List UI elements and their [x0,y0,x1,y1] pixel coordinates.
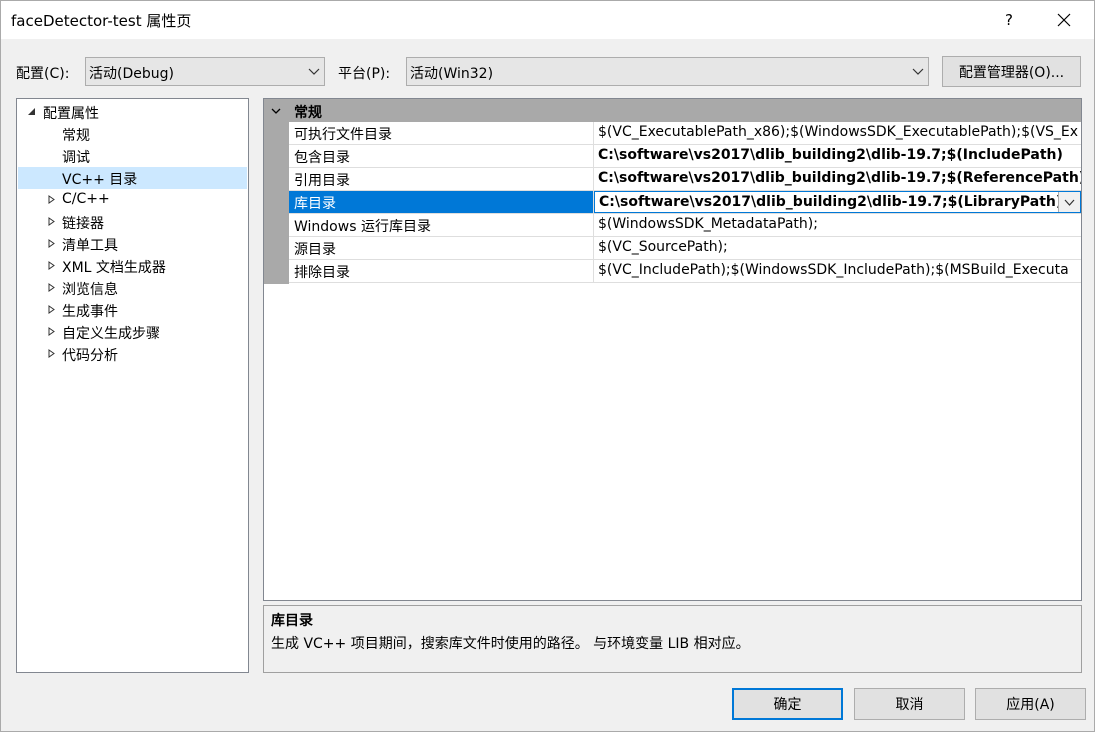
tree-item-build-events[interactable]: 生成事件 [18,299,247,321]
collapsed-triangle-icon [48,349,55,358]
close-button[interactable] [1041,1,1087,39]
property-pages-dialog: faceDetector-test 属性页 ? 配置(C): 活动(Debug)… [0,0,1095,732]
property-value[interactable]: C:\software\vs2017\dlib_building2\dlib-1… [594,145,1081,167]
collapsed-triangle-icon [48,239,55,248]
config-combo-value: 活动(Debug) [89,66,174,82]
platform-combo[interactable]: 活动(Win32) [406,57,929,86]
collapsed-triangle-icon [48,327,55,336]
property-name: 源目录 [289,237,594,259]
property-row-include-dirs[interactable]: 包含目录 C:\software\vs2017\dlib_building2\d… [289,145,1081,168]
collapsed-triangle-icon [48,195,55,204]
help-button[interactable]: ? [991,1,1027,39]
tree-item-linker[interactable]: 链接器 [18,211,247,233]
chevron-down-icon [1064,199,1075,206]
close-icon [1057,13,1071,27]
chevron-down-icon[interactable] [270,105,282,117]
tree-item-manifest-tool[interactable]: 清单工具 [18,233,247,255]
title-bar: faceDetector-test 属性页 ? [1,1,1094,39]
collapsed-triangle-icon [48,217,55,226]
tree-item-custom-build-step[interactable]: 自定义生成步骤 [18,321,247,343]
property-value[interactable]: $(VC_SourcePath); [594,237,1081,259]
property-row-source-dirs[interactable]: 源目录 $(VC_SourcePath); [289,237,1081,260]
property-row-exclude-dirs[interactable]: 排除目录 $(VC_IncludePath);$(WindowsSDK_Incl… [289,260,1081,283]
description-panel: 库目录 生成 VC++ 项目期间，搜索库文件时使用的路径。 与环境变量 LIB … [263,605,1082,673]
property-name: Windows 运行库目录 [289,214,594,236]
tree-item-c-cpp[interactable]: C/C++ [18,189,247,211]
description-title: 库目录 [271,613,313,629]
tree-item-debugging[interactable]: 调试 [18,145,247,167]
expanded-triangle-icon [28,108,35,115]
platform-combo-value: 活动(Win32) [410,66,494,82]
collapsed-triangle-icon [48,305,55,314]
property-value[interactable]: $(VC_ExecutablePath_x86);$(WindowsSDK_Ex… [594,122,1081,144]
property-value[interactable]: $(WindowsSDK_MetadataPath); [594,214,1081,236]
property-row-winrt-dirs[interactable]: Windows 运行库目录 $(WindowsSDK_MetadataPath)… [289,214,1081,237]
category-header-general[interactable]: 常规 [264,99,1081,122]
property-value[interactable]: C:\software\vs2017\dlib_building2\dlib-1… [594,168,1081,190]
collapsed-triangle-icon [48,261,55,270]
tree-item-general[interactable]: 常规 [18,123,247,145]
tree-item-xml-doc-generator[interactable]: XML 文档生成器 [18,255,247,277]
apply-button[interactable]: 应用(A) [975,688,1086,720]
property-name: 排除目录 [289,260,594,282]
cancel-button[interactable]: 取消 [854,688,965,720]
property-value[interactable]: $(VC_IncludePath);$(WindowsSDK_IncludePa… [594,260,1081,282]
property-name: 引用目录 [289,168,594,190]
config-manager-button[interactable]: 配置管理器(O)... [942,56,1081,87]
description-text: 生成 VC++ 项目期间，搜索库文件时使用的路径。 与环境变量 LIB 相对应。 [271,636,750,652]
property-row-executable-dirs[interactable]: 可执行文件目录 $(VC_ExecutablePath_x86);$(Windo… [289,122,1081,145]
config-combo[interactable]: 活动(Debug) [85,57,325,86]
tree-item-code-analysis[interactable]: 代码分析 [18,343,247,365]
config-label: 配置(C): [16,66,70,82]
property-name: 可执行文件目录 [289,122,594,144]
property-row-reference-dirs[interactable]: 引用目录 C:\software\vs2017\dlib_building2\d… [289,168,1081,191]
platform-label: 平台(P): [338,66,391,82]
property-row-library-dirs[interactable]: 库目录 C:\software\vs2017\dlib_building2\dl… [289,191,1081,214]
property-dropdown-button[interactable] [1058,192,1080,212]
collapsed-triangle-icon [48,283,55,292]
window-title: faceDetector-test 属性页 [11,12,192,30]
chevron-down-icon [308,68,320,75]
tree-item-browse-info[interactable]: 浏览信息 [18,277,247,299]
grid-gutter [264,122,289,284]
property-value-text: C:\software\vs2017\dlib_building2\dlib-1… [599,194,1063,210]
tree-item-vc-directories[interactable]: VC++ 目录 [18,167,247,189]
property-grid: 常规 可执行文件目录 $(VC_ExecutablePath_x86);$(Wi… [263,98,1082,601]
ok-button[interactable]: 确定 [732,688,843,720]
property-value[interactable]: C:\software\vs2017\dlib_building2\dlib-1… [594,191,1081,213]
property-name: 库目录 [289,191,594,213]
tree-root-config-properties[interactable]: 配置属性 [18,101,247,123]
chevron-down-icon [912,68,924,75]
property-name: 包含目录 [289,145,594,167]
property-tree: 配置属性 常规 调试 VC++ 目录 C/C++ 链接器 清单工具 XML 文档… [16,98,249,673]
category-label: 常规 [294,105,322,121]
